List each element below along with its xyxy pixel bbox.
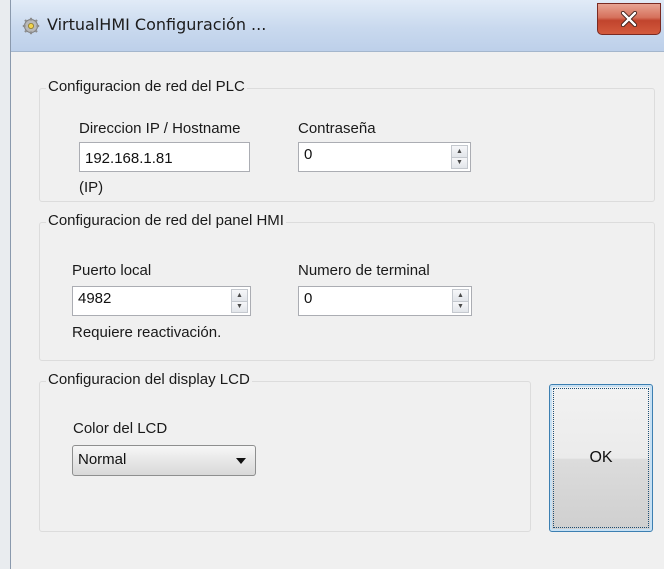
- ip-hostname-input[interactable]: [79, 142, 250, 172]
- lcd-color-dropdown[interactable]: Normal: [72, 445, 256, 476]
- close-icon: [620, 11, 638, 27]
- dialog-body: Configuracion de red del PLC Direccion I…: [11, 52, 664, 569]
- config-dialog: VirtualHMI Configuración ... Configuraci…: [10, 0, 664, 569]
- window-title: VirtualHMI Configuración ...: [47, 15, 267, 34]
- password-value: 0: [304, 146, 313, 163]
- spin-down-icon[interactable]: ▼: [451, 157, 468, 169]
- port-label: Puerto local: [72, 262, 152, 279]
- group-title: Configuracion de red del PLC: [46, 78, 247, 95]
- spin-down-icon[interactable]: ▼: [231, 301, 248, 313]
- plc-network-group: Configuracion de red del PLC Direccion I…: [39, 78, 655, 202]
- group-title: Configuracion del display LCD: [46, 371, 252, 388]
- spin-up-icon[interactable]: ▲: [451, 145, 468, 158]
- spin-down-icon[interactable]: ▼: [452, 301, 469, 313]
- close-button[interactable]: [597, 3, 661, 35]
- lcd-color-value: Normal: [78, 451, 127, 468]
- spin-up-icon[interactable]: ▲: [452, 289, 469, 302]
- spinner-arrows[interactable]: ▲ ▼: [451, 145, 468, 169]
- gear-icon: [22, 17, 40, 35]
- port-hint: Requiere reactivación.: [72, 324, 222, 341]
- hmi-network-group: Configuracion de red del panel HMI Puert…: [39, 212, 655, 361]
- ip-label: Direccion IP / Hostname: [79, 120, 241, 137]
- ip-hint: (IP): [79, 179, 104, 196]
- local-port-spinbox[interactable]: 4982 ▲ ▼: [72, 286, 251, 316]
- password-label: Contraseña: [298, 120, 376, 137]
- group-title: Configuracion de red del panel HMI: [46, 212, 286, 229]
- title-bar[interactable]: VirtualHMI Configuración ...: [11, 0, 664, 52]
- lcd-display-group: Configuracion del display LCD Color del …: [39, 371, 531, 532]
- lcd-color-label: Color del LCD: [73, 420, 168, 437]
- chevron-down-icon[interactable]: [236, 458, 246, 464]
- spin-up-icon[interactable]: ▲: [231, 289, 248, 302]
- password-spinbox[interactable]: 0 ▲ ▼: [298, 142, 471, 172]
- spinner-arrows[interactable]: ▲ ▼: [231, 289, 248, 313]
- ok-button-label: OK: [589, 449, 613, 466]
- spinner-arrows[interactable]: ▲ ▼: [452, 289, 469, 313]
- terminal-label: Numero de terminal: [298, 262, 430, 279]
- terminal-value: 0: [304, 290, 313, 307]
- port-value: 4982: [78, 290, 112, 307]
- ok-button[interactable]: OK: [549, 384, 653, 532]
- terminal-number-spinbox[interactable]: 0 ▲ ▼: [298, 286, 472, 316]
